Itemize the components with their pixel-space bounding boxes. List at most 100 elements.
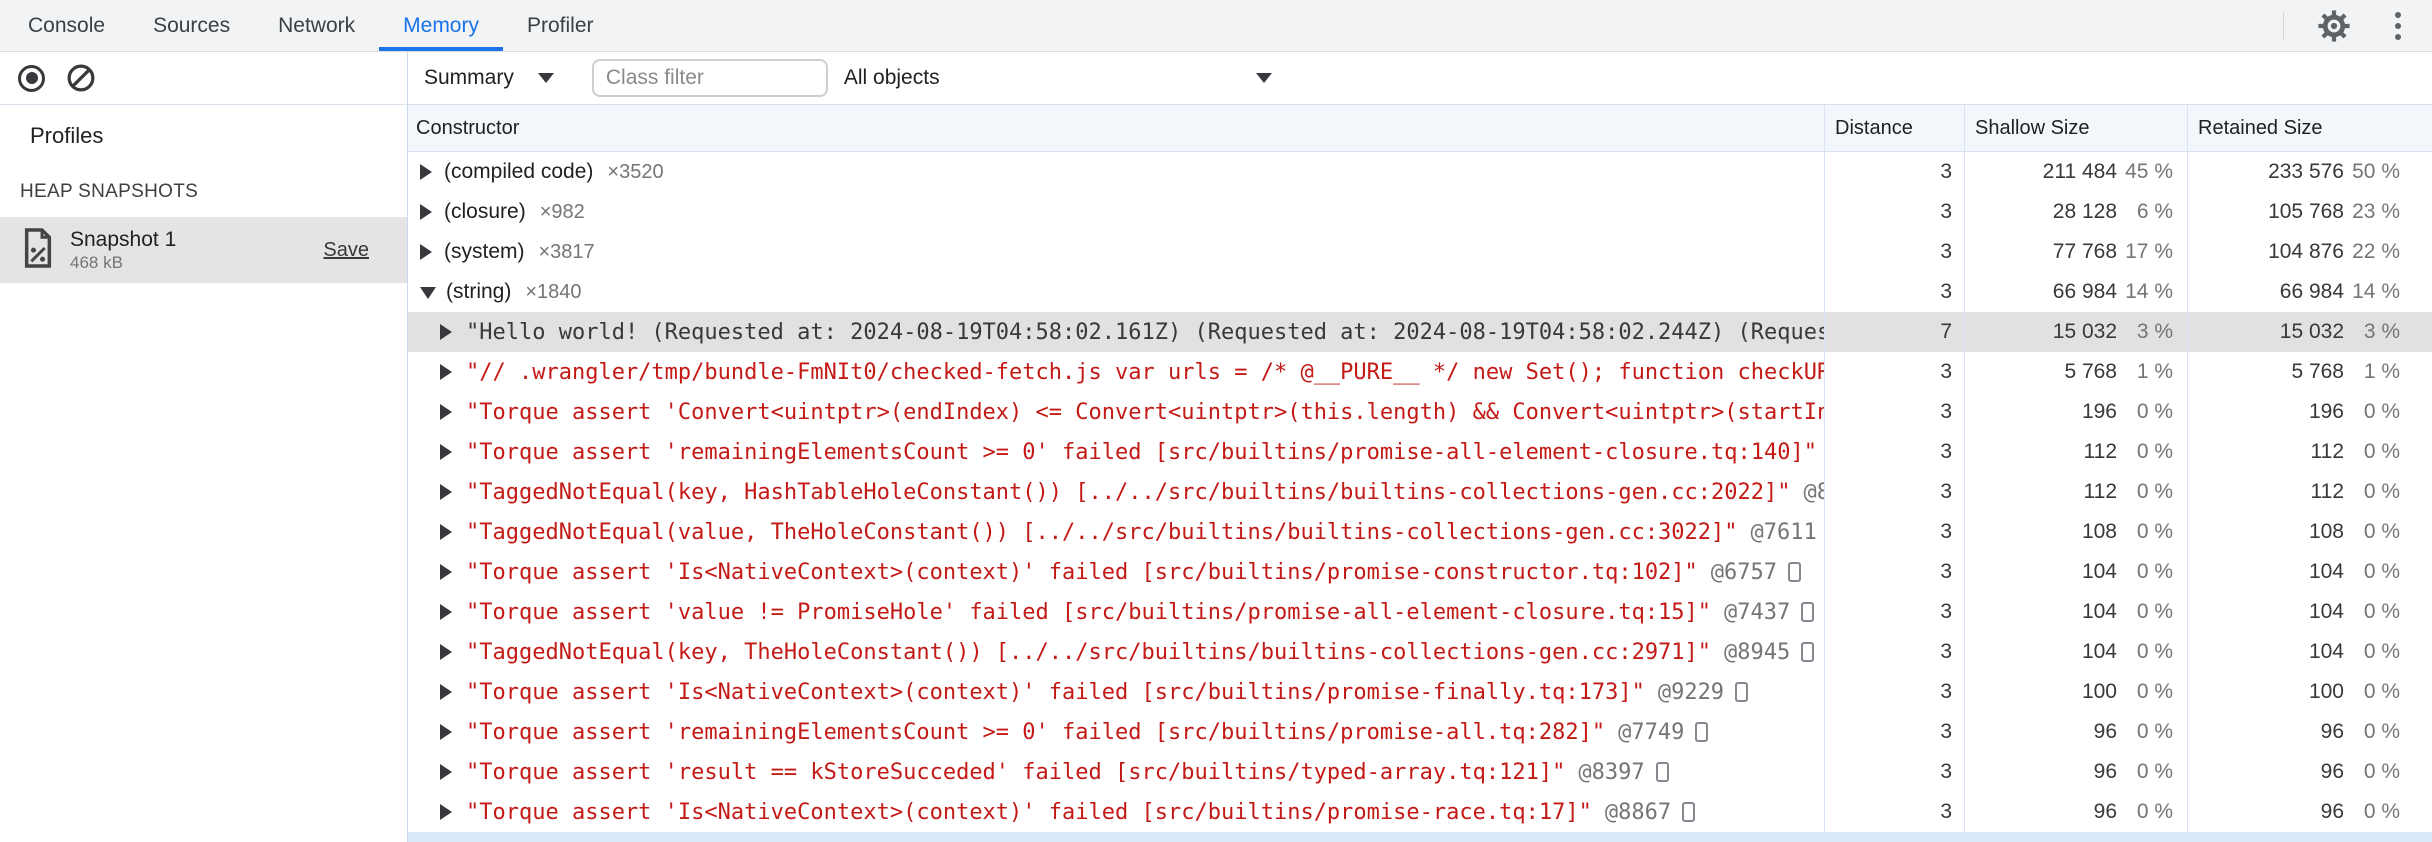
- shallow-size-cell: 112 0 %: [1964, 472, 2187, 512]
- disclosure-triangle-icon[interactable]: [420, 204, 432, 220]
- disclosure-triangle-icon[interactable]: [440, 444, 452, 460]
- shallow-size-cell: 28 128 6 %: [1964, 192, 2187, 232]
- table-row[interactable]: (compiled code) ×3520 3 211 484 45 % 233…: [408, 152, 2432, 192]
- retained-size-value: 104 876: [2268, 240, 2344, 263]
- table-row[interactable]: "Torque assert 'result == kStoreSucceded…: [408, 752, 2432, 792]
- disclosure-triangle-icon[interactable]: [440, 644, 452, 660]
- object-id: @9229: [1657, 679, 1725, 705]
- retained-size-cell: 233 576 50 %: [2187, 152, 2432, 192]
- shallow-size-percent: 0 %: [2136, 440, 2173, 463]
- disclosure-triangle-icon[interactable]: [420, 244, 432, 260]
- table-row[interactable]: "TaggedNotEqual(key, TheHoleConstant()) …: [408, 632, 2432, 672]
- more-options-kebab-icon[interactable]: [2380, 8, 2416, 44]
- object-scope-select[interactable]: All objects: [844, 66, 1272, 90]
- shallow-size-cell: 196 0 %: [1964, 392, 2187, 432]
- constructor-cell: "Torque assert 'remainingElementsCount >…: [408, 712, 1824, 752]
- table-row[interactable]: "Torque assert 'Is<NativeContext>(contex…: [408, 792, 2432, 832]
- constructor-cell: "Torque assert 'Convert<uintptr>(endInde…: [408, 392, 1824, 432]
- disclosure-triangle-icon[interactable]: [420, 287, 436, 299]
- tab-memory[interactable]: Memory: [379, 0, 503, 51]
- disclosure-triangle-icon[interactable]: [440, 324, 452, 340]
- table-row[interactable]: "TaggedNotEqual(key, HashTableHoleConsta…: [408, 472, 2432, 512]
- object-id: @8867: [1604, 799, 1672, 825]
- table-row[interactable]: "Torque assert 'Is<NativeContext>(contex…: [408, 552, 2432, 592]
- disclosure-triangle-icon[interactable]: [440, 604, 452, 620]
- retained-size-cell: 5 768 1 %: [2187, 352, 2432, 392]
- constructor-name: (system): [444, 240, 525, 263]
- disclosure-triangle-icon[interactable]: [440, 484, 452, 500]
- object-id: @6757: [1710, 559, 1778, 585]
- retained-size-percent: 0 %: [2363, 560, 2400, 583]
- table-row[interactable]: "Hello world! (Requested at: 2024-08-19T…: [408, 312, 2432, 352]
- class-filter-input[interactable]: [591, 59, 828, 97]
- table-row[interactable]: "// .wrangler/tmp/bundle-FmNIt0/checked-…: [408, 352, 2432, 392]
- clear-profiles-icon[interactable]: [67, 64, 95, 92]
- table-row[interactable]: "Torque assert 'value != PromiseHole' fa…: [408, 592, 2432, 632]
- shallow-size-percent: 45 %: [2125, 160, 2173, 183]
- retained-size-value: 108: [2308, 520, 2344, 543]
- constructor-name: "TaggedNotEqual(key, HashTableHoleConsta…: [466, 479, 1791, 505]
- distance-cell: 3: [1824, 392, 1964, 432]
- column-header-constructor[interactable]: Constructor: [408, 105, 1824, 151]
- disclosure-triangle-icon[interactable]: [440, 524, 452, 540]
- retained-size-percent: 0 %: [2363, 440, 2400, 463]
- record-heap-snapshot-icon[interactable]: [18, 64, 45, 92]
- retained-size-value: 5 768: [2291, 360, 2344, 383]
- retained-size-cell: 96 0 %: [2187, 752, 2432, 792]
- table-row[interactable]: (system) ×3817 3 77 768 17 % 104 876 22 …: [408, 232, 2432, 272]
- object-id: @7437: [1724, 599, 1791, 625]
- retained-size-percent: 0 %: [2363, 400, 2400, 423]
- retained-size-percent: 0 %: [2363, 640, 2400, 663]
- retained-size-value: 233 576: [2268, 160, 2344, 183]
- tab-sources[interactable]: Sources: [129, 0, 254, 51]
- snapshot-list-item[interactable]: Snapshot 1 468 kB Save: [0, 217, 407, 283]
- constructor-name: "TaggedNotEqual(key, TheHoleConstant()) …: [466, 639, 1712, 665]
- retained-size-value: 66 984: [2279, 280, 2344, 303]
- shallow-size-value: 104: [2081, 560, 2117, 583]
- shallow-size-value: 96: [2093, 760, 2117, 783]
- retained-size-cell: 96 0 %: [2187, 792, 2432, 832]
- shallow-size-cell: 100 0 %: [1964, 672, 2187, 712]
- table-row[interactable]: (closure) ×982 3 28 128 6 % 105 768 23 %: [408, 192, 2432, 232]
- disclosure-triangle-icon[interactable]: [440, 724, 452, 740]
- constructor-name: "Torque assert 'Is<NativeContext>(contex…: [466, 559, 1698, 585]
- disclosure-triangle-icon[interactable]: [440, 684, 452, 700]
- grid-rows: (compiled code) ×3520 3 211 484 45 % 233…: [408, 152, 2432, 832]
- shallow-size-cell: 108 0 %: [1964, 512, 2187, 552]
- snapshot-save-link[interactable]: Save: [323, 239, 369, 262]
- constructor-name: "TaggedNotEqual(value, TheHoleConstant()…: [466, 519, 1738, 545]
- column-header-distance[interactable]: Distance: [1824, 105, 1964, 151]
- perspective-select[interactable]: Summary: [424, 66, 554, 90]
- shallow-size-percent: 0 %: [2136, 680, 2173, 703]
- table-row[interactable]: "Torque assert 'Is<NativeContext>(contex…: [408, 672, 2432, 712]
- column-header-shallow-size[interactable]: Shallow Size: [1964, 105, 2187, 151]
- table-row[interactable]: "TaggedNotEqual(value, TheHoleConstant()…: [408, 512, 2432, 552]
- distance-cell: 3: [1824, 192, 1964, 232]
- disclosure-triangle-icon[interactable]: [420, 164, 432, 180]
- table-row[interactable]: "Torque assert 'remainingElementsCount >…: [408, 712, 2432, 752]
- constructor-cell: "Torque assert 'value != PromiseHole' fa…: [408, 592, 1824, 632]
- tab-network[interactable]: Network: [254, 0, 379, 51]
- disclosure-triangle-icon[interactable]: [440, 404, 452, 420]
- column-header-retained-size[interactable]: Retained Size: [2187, 105, 2432, 151]
- disclosure-triangle-icon[interactable]: [440, 364, 452, 380]
- distance-cell: 3: [1824, 792, 1964, 832]
- constructor-cell: "Torque assert 'result == kStoreSucceded…: [408, 752, 1824, 792]
- sidebar-content: Profiles HEAP SNAPSHOTS Snapshot 1 468 k…: [0, 105, 407, 283]
- disclosure-triangle-icon[interactable]: [440, 804, 452, 820]
- tab-console[interactable]: Console: [4, 0, 129, 51]
- disclosure-triangle-icon[interactable]: [440, 764, 452, 780]
- settings-gear-icon[interactable]: [2316, 8, 2352, 44]
- disclosure-triangle-icon[interactable]: [440, 564, 452, 580]
- distance-cell: 3: [1824, 592, 1964, 632]
- perspective-select-value: Summary: [424, 66, 514, 89]
- retained-size-value: 96: [2320, 720, 2344, 743]
- shallow-size-cell: 96 0 %: [1964, 712, 2187, 752]
- tab-profiler[interactable]: Profiler: [503, 0, 618, 51]
- table-row[interactable]: "Torque assert 'remainingElementsCount >…: [408, 432, 2432, 472]
- retained-size-cell: 66 984 14 %: [2187, 272, 2432, 312]
- retained-size-cell: 196 0 %: [2187, 392, 2432, 432]
- table-row[interactable]: (string) ×1840 3 66 984 14 % 66 984 14 %: [408, 272, 2432, 312]
- table-row[interactable]: "Torque assert 'Convert<uintptr>(endInde…: [408, 392, 2432, 432]
- retained-size-value: 96: [2320, 760, 2344, 783]
